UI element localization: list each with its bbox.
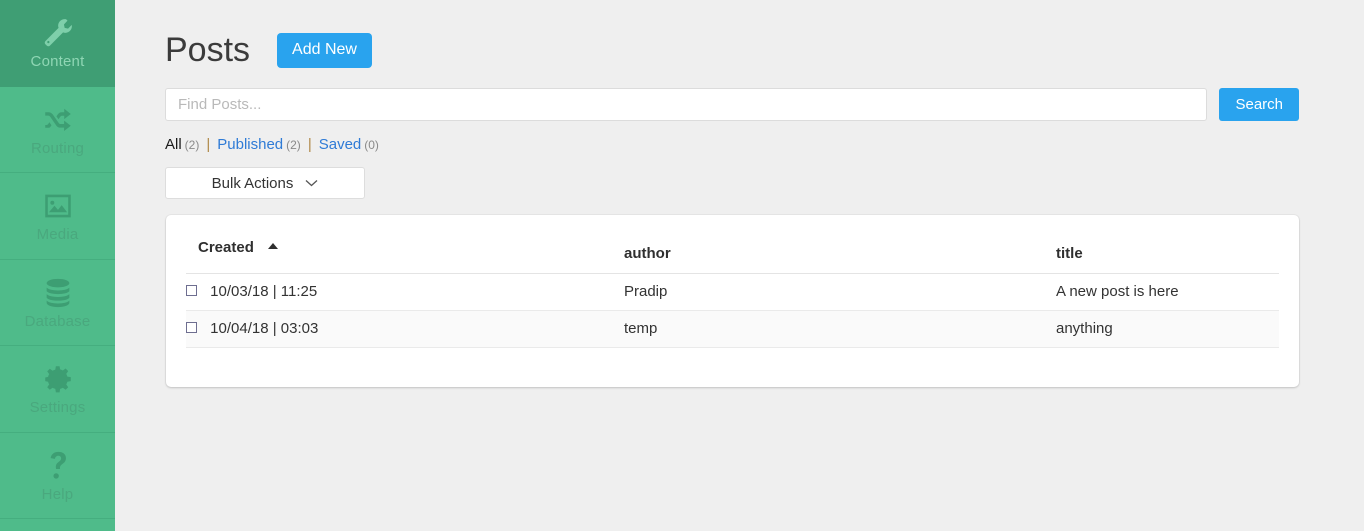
app-root: Content Routing Media Database Settings	[0, 0, 1364, 531]
bulk-actions-label: Bulk Actions	[211, 174, 294, 192]
filter-count-all: (2)	[184, 138, 200, 152]
cell-created: 10/04/18 | 03:03	[186, 310, 624, 348]
sidebar-item-label: Content	[30, 53, 85, 71]
filter-count-published: (2)	[286, 138, 301, 152]
filter-separator: |	[307, 136, 312, 153]
cell-created-text: 10/04/18 | 03:03	[210, 320, 319, 337]
column-header-created-label: Created	[198, 239, 254, 256]
table-header-row: Created author title	[186, 215, 1279, 274]
posts-table-card: Created author title 10/03/18 | 11:25 Pr…	[166, 215, 1299, 387]
cell-title: A new post is here	[1056, 273, 1279, 311]
database-icon	[41, 276, 75, 310]
cell-title: anything	[1056, 310, 1279, 348]
sidebar-item-label: Routing	[30, 139, 85, 157]
row-checkbox[interactable]	[186, 322, 197, 333]
filter-count-saved: (0)	[364, 138, 379, 152]
sidebar-item-label: Media	[36, 226, 79, 244]
posts-table-body: 10/03/18 | 11:25 Pradip A new post is he…	[186, 273, 1279, 348]
chevron-down-icon	[305, 179, 318, 187]
filter-link-published[interactable]: Published	[217, 136, 283, 153]
sort-ascending-icon	[268, 243, 279, 249]
sidebar-item-routing[interactable]: Routing	[0, 87, 115, 173]
sidebar-item-settings[interactable]: Settings	[0, 346, 115, 433]
filter-separator: |	[206, 136, 211, 153]
search-bar: Search	[165, 88, 1299, 121]
sidebar-item-help[interactable]: Help	[0, 433, 115, 519]
column-header-author[interactable]: author	[624, 215, 1056, 274]
page-title: Posts	[165, 31, 251, 69]
column-header-title[interactable]: title	[1056, 215, 1279, 274]
gear-icon	[41, 362, 75, 396]
search-input[interactable]	[165, 88, 1208, 121]
sidebar: Content Routing Media Database Settings	[0, 0, 115, 531]
posts-table-head: Created author title	[186, 215, 1279, 274]
table-row[interactable]: 10/03/18 | 11:25 Pradip A new post is he…	[186, 273, 1279, 311]
page-header: Posts Add New	[115, 0, 1364, 72]
cell-author: Pradip	[624, 273, 1056, 311]
image-icon	[41, 189, 75, 223]
question-icon	[41, 449, 75, 483]
sidebar-item-content[interactable]: Content	[0, 0, 115, 87]
posts-table: Created author title 10/03/18 | 11:25 Pr…	[186, 215, 1279, 348]
cell-author: temp	[624, 310, 1056, 348]
cell-created-text: 10/03/18 | 11:25	[210, 283, 318, 300]
filter-link-saved[interactable]: Saved	[319, 136, 362, 153]
column-header-created[interactable]: Created	[186, 215, 624, 274]
sidebar-item-database[interactable]: Database	[0, 260, 115, 346]
table-row[interactable]: 10/04/18 | 03:03 temp anything	[186, 310, 1279, 348]
sidebar-item-label: Database	[24, 312, 91, 330]
sidebar-item-media[interactable]: Media	[0, 173, 115, 260]
sidebar-item-label: Help	[41, 485, 74, 503]
add-new-button[interactable]: Add New	[277, 32, 372, 68]
sidebar-item-label: Settings	[29, 399, 86, 417]
main-content: Posts Add New Search All (2) | Published…	[115, 0, 1364, 531]
search-button[interactable]: Search	[1219, 88, 1299, 121]
status-filter-links: All (2) | Published (2) | Saved (0)	[165, 136, 1364, 153]
bulk-actions-select[interactable]: Bulk Actions	[165, 167, 365, 199]
cell-created: 10/03/18 | 11:25	[186, 273, 624, 311]
bulk-actions-wrap: Bulk Actions	[165, 167, 1364, 199]
shuffle-icon	[41, 103, 75, 137]
wrench-icon	[41, 16, 75, 50]
row-checkbox[interactable]	[186, 285, 197, 296]
filter-link-all[interactable]: All	[165, 136, 182, 153]
